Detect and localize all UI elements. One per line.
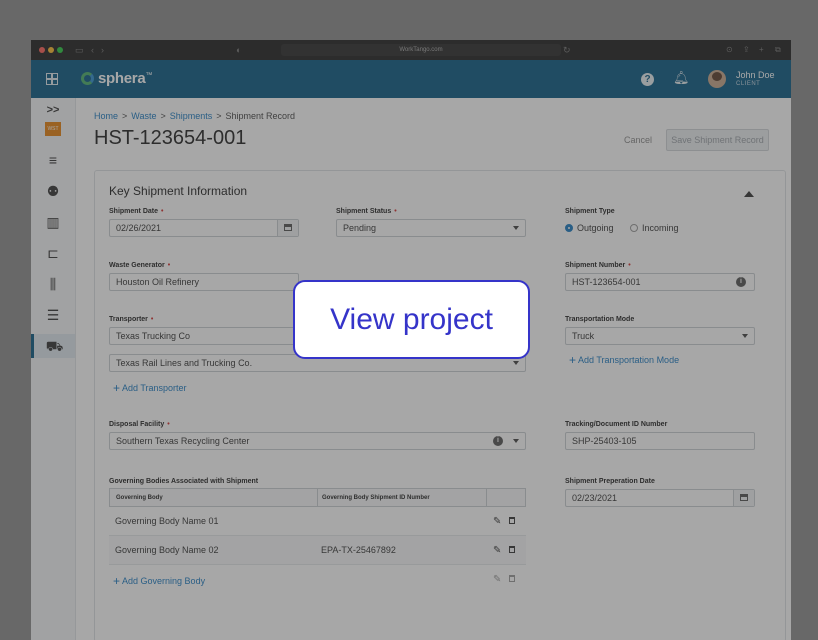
view-project-button[interactable]: View project xyxy=(293,280,530,359)
